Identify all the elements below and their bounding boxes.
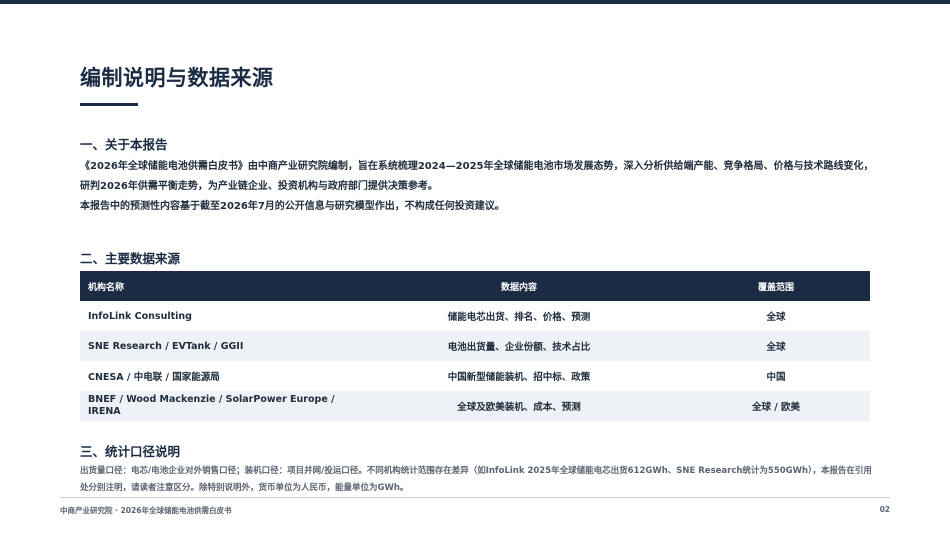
methodology-note: 出货量口径：电芯/电池企业对外销售口径；装机口径：项目并网/投运口径。不同机构统… xyxy=(80,466,872,493)
content-cell: 全球及欧美装机、成本、预测 xyxy=(356,391,682,421)
table-row: SNE Research / EVTank / GGII 电池出货量、企业份额、… xyxy=(80,331,870,361)
footer-source: 中商产业研究院 · 2026年全球储能电池供需白皮书 xyxy=(60,506,232,515)
scope-cell: 中国 xyxy=(766,372,786,383)
column-header-org: 机构名称 xyxy=(80,271,356,301)
content-cell: 中国新型储能装机、招中标、政策 xyxy=(447,372,591,383)
table-header-row: 机构名称 数据内容 覆盖范围 xyxy=(80,271,870,301)
data-sources-table: 机构名称 数据内容 覆盖范围 InfoLink Consulting 储能电芯出… xyxy=(80,271,870,421)
org-cell: CNESA / 中电联 / 国家能源局 xyxy=(88,372,220,383)
scope-cell: 全球 xyxy=(766,312,786,323)
org-cell: BNEF / Wood Mackenzie / SolarPower Europ… xyxy=(88,394,335,417)
title-underline xyxy=(80,103,138,106)
disclaimer-paragraph: 本报告中的预测性内容基于截至2026年7月的公开信息与研究模型作出，不构成任何投… xyxy=(80,201,505,212)
content-cell: 电池出货量、企业份额、技术占比 xyxy=(356,331,682,361)
column-header-content: 数据内容 xyxy=(356,271,682,301)
section-heading-about: 一、关于本报告 xyxy=(80,137,168,152)
about-paragraph: 《2026年全球储能电池供需白皮书》由中商产业研究院编制，旨在系统梳理2024—… xyxy=(80,161,874,192)
page-title: 编制说明与数据来源 xyxy=(80,66,274,90)
top-accent-bar xyxy=(0,0,950,4)
scope-cell: 全球 xyxy=(682,331,870,361)
table-row: BNEF / Wood Mackenzie / SolarPower Europ… xyxy=(80,391,870,421)
table-row: CNESA / 中电联 / 国家能源局 中国新型储能装机、招中标、政策 中国 xyxy=(80,361,870,391)
section-heading-sources: 二、主要数据来源 xyxy=(80,251,181,266)
section-heading-methodology: 三、统计口径说明 xyxy=(80,444,181,459)
page-number: 02 xyxy=(879,505,890,514)
org-cell: InfoLink Consulting xyxy=(88,310,192,322)
footer-divider xyxy=(60,497,890,498)
column-header-scope: 覆盖范围 xyxy=(682,271,870,301)
org-cell: SNE Research / EVTank / GGII xyxy=(80,331,356,361)
table-row: InfoLink Consulting 储能电芯出货、排名、价格、预测 全球 xyxy=(80,301,870,331)
content-cell: 储能电芯出货、排名、价格、预测 xyxy=(447,312,591,323)
scope-cell: 全球 / 欧美 xyxy=(682,391,870,421)
